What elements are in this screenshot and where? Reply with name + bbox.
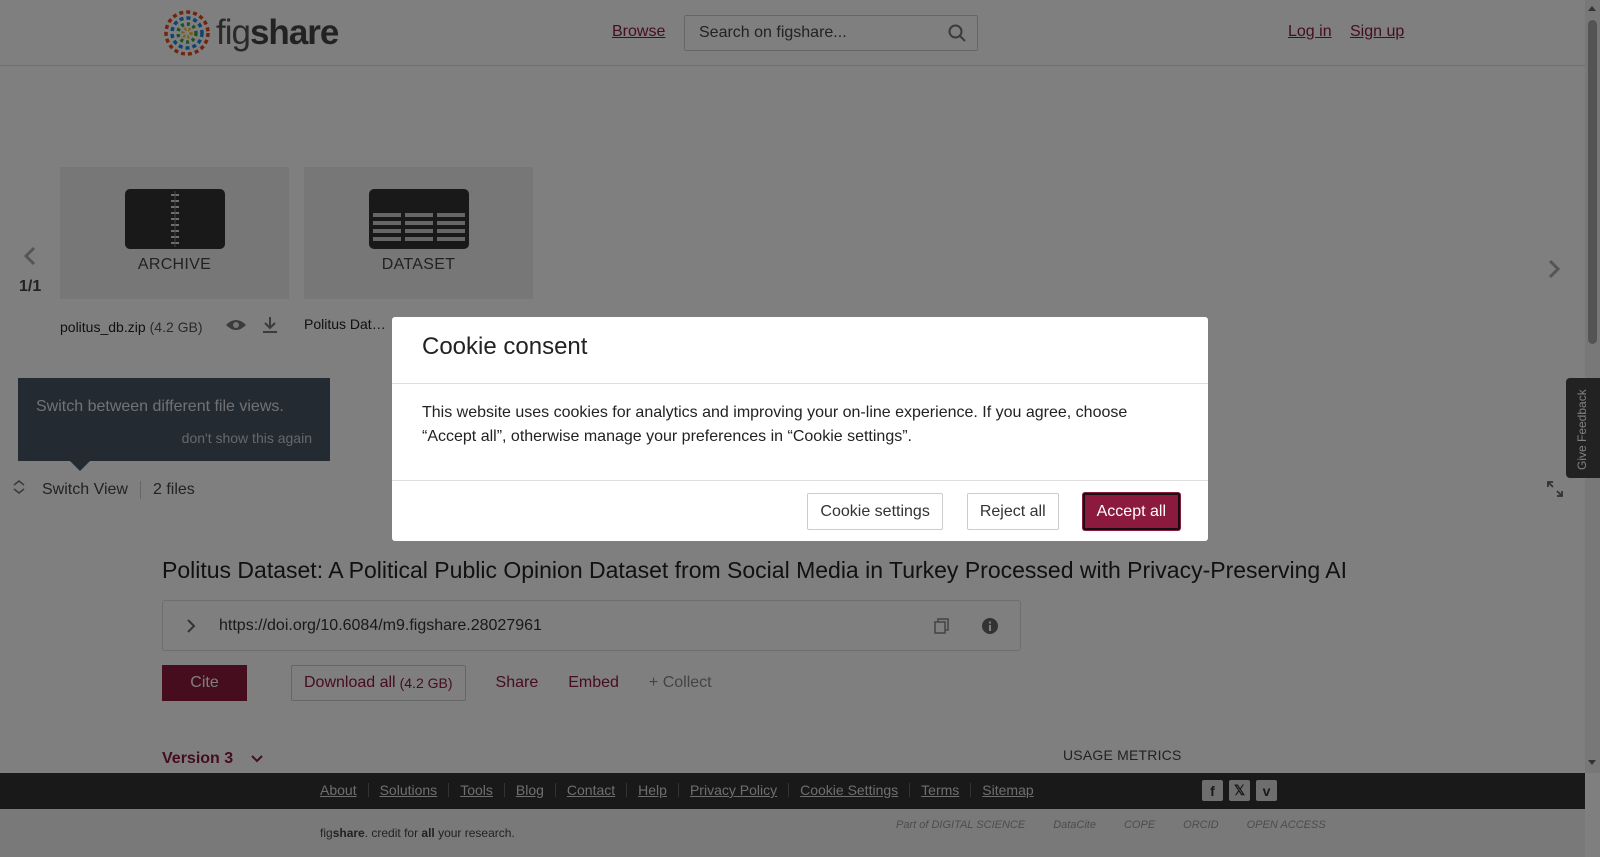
dialog-title: Cookie consent	[422, 333, 588, 360]
dialog-actions: Cookie settings Reject all Accept all	[807, 493, 1180, 530]
reject-all-button[interactable]: Reject all	[966, 493, 1059, 530]
cookie-settings-button[interactable]: Cookie settings	[807, 493, 943, 530]
accept-all-button[interactable]: Accept all	[1082, 493, 1180, 530]
divider	[392, 480, 1208, 481]
divider	[392, 383, 1208, 384]
dialog-body: This website uses cookies for analytics …	[422, 404, 1128, 445]
cookie-consent-dialog: Cookie consent This website uses cookies…	[392, 317, 1208, 541]
